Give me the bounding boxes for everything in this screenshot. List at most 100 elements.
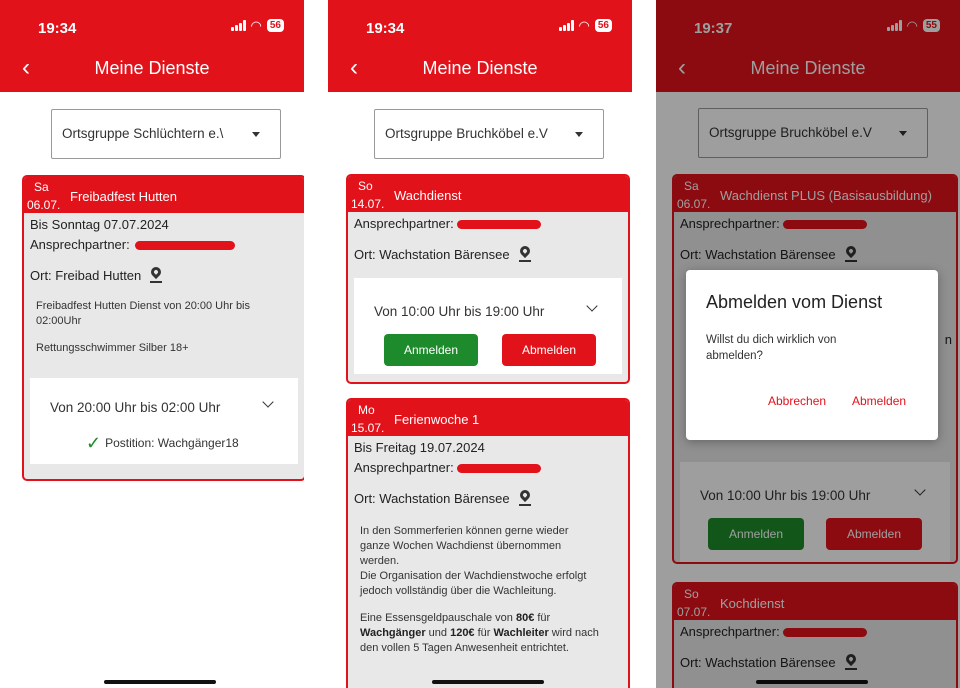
group-select[interactable]: Ortsgruppe Schlüchtern e.\	[51, 109, 281, 159]
fee-role: Wachleiter	[493, 627, 549, 639]
wifi-icon: ◠	[250, 17, 262, 33]
caret-down-icon	[575, 132, 583, 137]
card-location: Ort: Freibad Hutten	[24, 267, 304, 283]
redaction-mark	[135, 241, 236, 251]
card-contact: Ansprechpartner:	[24, 237, 304, 253]
card-location: Ort: Wachstation Bärensee	[348, 490, 628, 506]
fee-text: Eine Essensgeldpauschale von	[360, 612, 516, 624]
cancel-button[interactable]: Abbrechen	[768, 394, 826, 408]
unregister-dialog: Abmelden vom Dienst Willst du dich wirkl…	[686, 270, 938, 440]
home-indicator	[432, 680, 544, 684]
group-select[interactable]: Ortsgruppe Bruchköbel e.V	[374, 109, 604, 159]
location-label: Ort: Wachstation Bärensee	[354, 246, 510, 262]
group-select-value: Ortsgruppe Schlüchtern e.\	[62, 126, 224, 141]
redaction-mark	[457, 220, 542, 230]
card-header: So 14.07. Wachdienst	[348, 176, 628, 212]
contact-label: Ansprechpartner:	[354, 216, 454, 231]
shift-time-label: Von 10:00 Uhr bis 19:00 Uhr	[374, 304, 545, 319]
screenshot-stage: 19:34 ◠ 56 ‹ Meine Dienste Ortsgruppe Sc…	[0, 0, 960, 688]
status-time: 19:34	[366, 20, 405, 37]
card-contact: Ansprechpartner:	[348, 460, 628, 476]
separator	[632, 0, 656, 688]
shift-time-select[interactable]: Von 20:00 Uhr bis 02:00 Uhr	[30, 392, 298, 422]
status-bar: 19:34 ◠ 56	[328, 0, 632, 46]
map-pin-icon[interactable]	[518, 246, 532, 262]
desc-line: ganze Wochen Wachdienst übernommen	[360, 540, 562, 552]
nav-bar: ‹ Meine Dienste	[328, 46, 632, 92]
page-title: Meine Dienste	[422, 58, 538, 78]
fee-text: wird nach	[548, 627, 599, 639]
signal-icon	[230, 20, 246, 31]
position-label: Postition: Wachgänger18	[105, 436, 239, 450]
shift-panel: Von 20:00 Uhr bis 02:00 Uhr ✓ Postition:…	[30, 378, 298, 464]
location-label: Ort: Wachstation Bärensee	[354, 490, 510, 506]
card-header: Sa 06.07. Freibadfest Hutten	[24, 177, 304, 213]
duty-card[interactable]: Sa 06.07. Freibadfest Hutten Bis Sonntag…	[22, 175, 304, 481]
duty-card[interactable]: Mo 15.07. Ferienwoche 1 Bis Freitag 19.0…	[346, 398, 630, 688]
signal-icon	[558, 20, 574, 31]
chevron-down-icon	[262, 396, 274, 408]
fee-amount: 120€	[450, 627, 475, 639]
location-label: Ort: Freibad Hutten	[30, 267, 142, 283]
map-pin-icon[interactable]	[149, 267, 163, 283]
contact-label: Ansprechpartner:	[354, 460, 454, 475]
card-weekday: Mo	[358, 403, 375, 417]
redaction-mark	[457, 464, 542, 474]
status-icons: ◠ 56	[558, 17, 612, 33]
fee-text: für	[474, 627, 494, 639]
fee-line: Eine Essensgeldpauschale von 80€ für	[360, 611, 616, 626]
group-select-value: Ortsgruppe Bruchköbel e.V	[385, 126, 548, 141]
chevron-down-icon	[586, 300, 598, 312]
card-title: Ferienwoche 1	[394, 412, 480, 427]
caret-down-icon	[252, 132, 260, 137]
desc-line: Freibadfest Hutten Dienst von 20:00 Uhr …	[36, 300, 251, 312]
card-weekday: Sa	[34, 180, 49, 194]
battery-icon: 56	[594, 19, 612, 32]
wifi-icon: ◠	[578, 17, 590, 33]
desc-line: jedoch vollständig über die Wachleitung.	[360, 585, 557, 597]
card-location: Ort: Wachstation Bärensee	[348, 246, 628, 262]
duty-card[interactable]: So 14.07. Wachdienst Ansprechpartner: Or…	[346, 174, 630, 384]
desc-line: werden.	[360, 555, 400, 567]
nav-bar: ‹ Meine Dienste	[0, 46, 304, 92]
card-title: Freibadfest Hutten	[70, 189, 177, 204]
phone-screen-3: 19:37 ◠ 55 ‹ Meine Dienste Ortsgruppe Br…	[656, 0, 960, 688]
shift-panel: Von 10:00 Uhr bis 19:00 Uhr Anmelden Abm…	[354, 278, 622, 374]
unregister-button[interactable]: Abmelden	[502, 334, 596, 366]
desc-line: Rettungsschwimmer Silber 18+	[36, 342, 189, 354]
phone-screen-2: 19:34 ◠ 56 ‹ Meine Dienste Ortsgruppe Br…	[328, 0, 632, 688]
card-title: Wachdienst	[394, 188, 462, 203]
shift-time-select[interactable]: Von 10:00 Uhr bis 19:00 Uhr	[354, 296, 622, 326]
card-date: 06.07.	[27, 198, 61, 212]
card-contact: Ansprechpartner:	[348, 216, 628, 232]
status-time: 19:34	[38, 20, 77, 37]
phone-screen-1: 19:34 ◠ 56 ‹ Meine Dienste Ortsgruppe Sc…	[0, 0, 304, 688]
fee-text: und	[425, 627, 451, 639]
shift-time-label: Von 20:00 Uhr bis 02:00 Uhr	[50, 400, 221, 415]
status-bar: 19:34 ◠ 56	[0, 0, 304, 46]
confirm-unregister-button[interactable]: Abmelden	[852, 394, 906, 408]
card-description: Freibadfest Hutten Dienst von 20:00 Uhr …	[24, 299, 304, 356]
card-description: In den Sommerferien können gerne wieder …	[348, 524, 628, 599]
card-date: 14.07.	[351, 197, 385, 211]
map-pin-icon[interactable]	[518, 490, 532, 506]
dialog-title: Abmelden vom Dienst	[706, 292, 883, 312]
status-icons: ◠ 56	[230, 17, 284, 33]
fee-amount: 80€	[515, 612, 535, 624]
card-date: 15.07.	[351, 421, 385, 435]
desc-line: Die Organisation der Wachdienstwoche erf…	[360, 570, 587, 582]
desc-line: 02:00Uhr	[36, 315, 82, 327]
home-indicator	[104, 680, 216, 684]
register-button[interactable]: Anmelden	[384, 334, 478, 366]
contact-label: Ansprechpartner:	[30, 237, 130, 252]
fee-role: Wachgänger	[360, 627, 426, 639]
separator	[304, 0, 328, 688]
card-weekday: So	[358, 179, 373, 193]
fee-line: Wachgänger und 120€ für Wachleiter wird …	[360, 626, 616, 641]
battery-icon: 56	[266, 19, 284, 32]
fee-info: Eine Essensgeldpauschale von 80€ für Wac…	[348, 611, 628, 656]
desc-line: In den Sommerferien können gerne wieder	[360, 525, 569, 537]
fee-text: für	[534, 612, 551, 624]
card-header: Mo 15.07. Ferienwoche 1	[348, 400, 628, 436]
checkmark-icon: ✓	[86, 433, 102, 453]
